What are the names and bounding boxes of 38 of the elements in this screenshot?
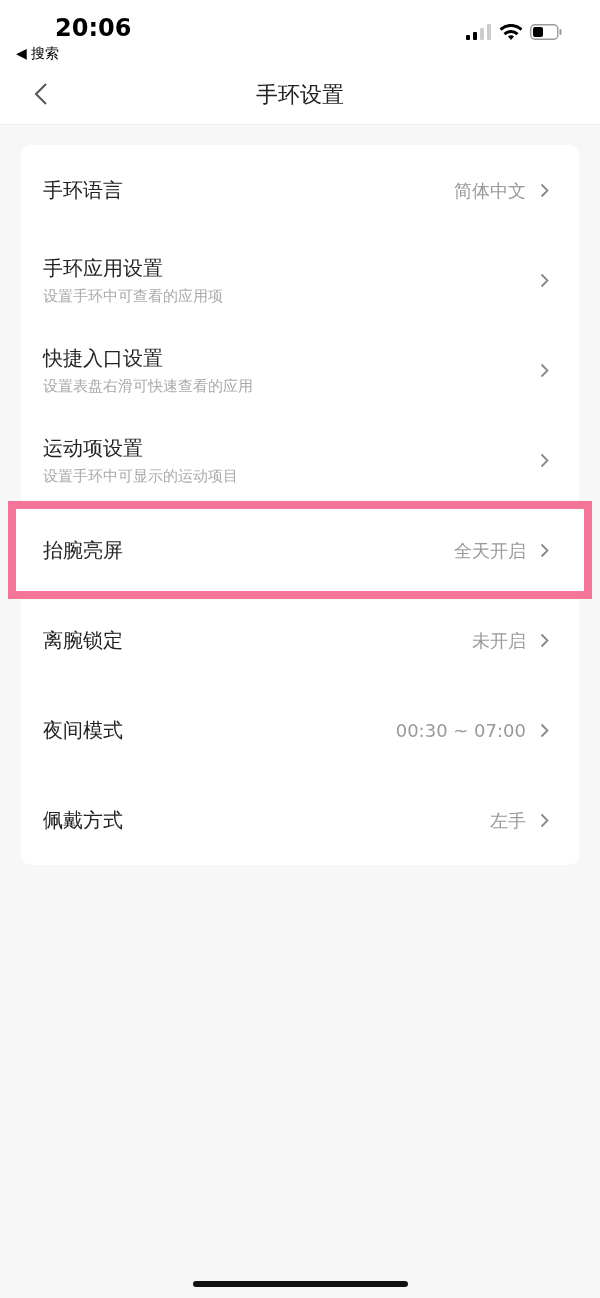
setting-description: 设置手环中可查看的应用项 — [43, 285, 224, 307]
setting-label: 佩戴方式 — [43, 807, 124, 834]
back-to-app-link[interactable]: ◀ 搜索 — [16, 43, 60, 64]
setting-label: 手环语言 — [43, 177, 124, 204]
chevron-right-icon — [540, 722, 549, 738]
page-title: 手环设置 — [256, 80, 344, 109]
status-time: 20:06 — [55, 13, 132, 44]
setting-value: 简体中文 — [454, 178, 526, 203]
chevron-right-icon — [540, 362, 549, 378]
chevron-right-icon — [540, 272, 549, 288]
setting-value: 全天开启 — [454, 538, 526, 563]
setting-value: 未开启 — [472, 628, 526, 653]
back-icon[interactable] — [34, 82, 48, 106]
setting-label: 夜间模式 — [43, 717, 124, 744]
setting-label: 快捷入口设置 — [43, 344, 164, 372]
setting-row[interactable]: 快捷入口设置 设置表盘右滑可快速查看的应用 — [21, 325, 579, 415]
chevron-right-icon — [540, 182, 549, 198]
setting-label: 手环应用设置 — [43, 254, 164, 282]
setting-row[interactable]: 手环应用设置 设置手环中可查看的应用项 — [21, 235, 579, 325]
setting-row[interactable]: 离腕锁定 未开启 — [21, 595, 579, 685]
chevron-right-icon — [540, 452, 549, 468]
setting-label: 运动项设置 — [43, 434, 144, 462]
setting-row[interactable]: 运动项设置 设置手环中可显示的运动项目 — [21, 415, 579, 505]
signal-icon — [466, 24, 492, 40]
setting-row[interactable]: 手环语言 简体中文 — [21, 145, 579, 235]
setting-row[interactable]: 佩戴方式 左手 — [21, 775, 579, 865]
setting-label: 离腕锁定 — [43, 627, 124, 654]
setting-value: 00:30 ~ 07:00 — [395, 718, 526, 743]
battery-icon — [530, 24, 562, 40]
chevron-right-icon — [540, 812, 549, 828]
setting-label: 抬腕亮屏 — [43, 537, 124, 564]
chevron-right-icon — [540, 632, 549, 648]
setting-description: 设置表盘右滑可快速查看的应用 — [43, 375, 254, 397]
setting-row[interactable]: 夜间模式 00:30 ~ 07:00 — [21, 685, 579, 775]
setting-description: 设置手环中可显示的运动项目 — [43, 465, 239, 487]
chevron-right-icon — [540, 542, 549, 558]
wifi-icon — [500, 24, 522, 40]
setting-value: 左手 — [490, 808, 526, 833]
